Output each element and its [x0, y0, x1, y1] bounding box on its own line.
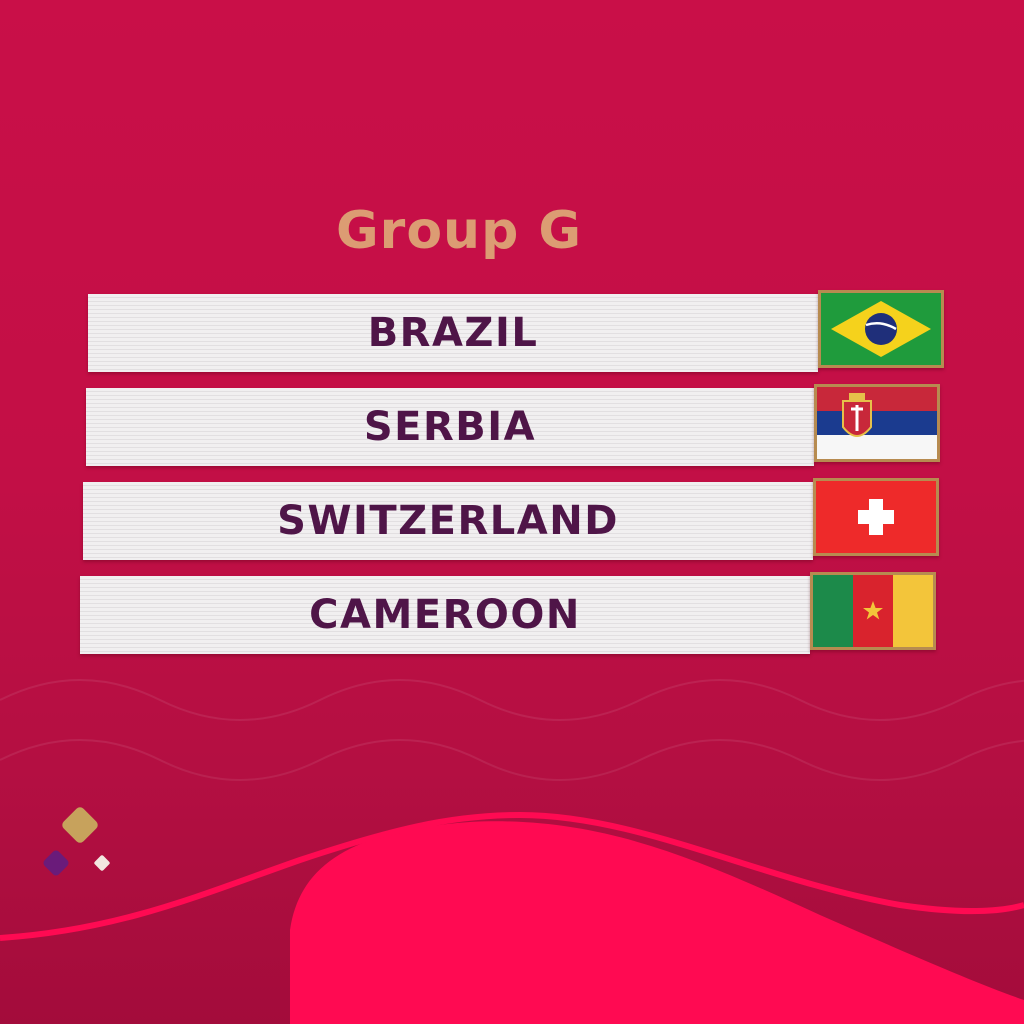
team-row-switzerland: SWITZERLAND: [83, 478, 939, 562]
team-name-bar: CAMEROON: [80, 576, 810, 654]
cameroon-flag-icon: [810, 572, 936, 650]
team-name-bar: SERBIA: [86, 388, 814, 466]
team-row-cameroon: CAMEROON: [80, 572, 936, 656]
background-wave: [290, 821, 1024, 1024]
team-name-bar: SWITZERLAND: [83, 482, 813, 560]
team-row-brazil: BRAZIL: [88, 290, 944, 374]
team-name: CAMEROON: [309, 592, 581, 638]
serbia-flag-icon: [814, 384, 940, 462]
team-name: SERBIA: [363, 404, 537, 450]
team-row-serbia: SERBIA: [86, 384, 940, 468]
team-name: BRAZIL: [367, 310, 539, 356]
brazil-flag-icon: [818, 290, 944, 368]
team-name: SWITZERLAND: [277, 498, 619, 544]
group-title: Group G: [336, 201, 583, 261]
tournament-logo-icon: [43, 807, 110, 876]
switzerland-flag-icon: [813, 478, 939, 556]
team-name-bar: BRAZIL: [88, 294, 818, 372]
